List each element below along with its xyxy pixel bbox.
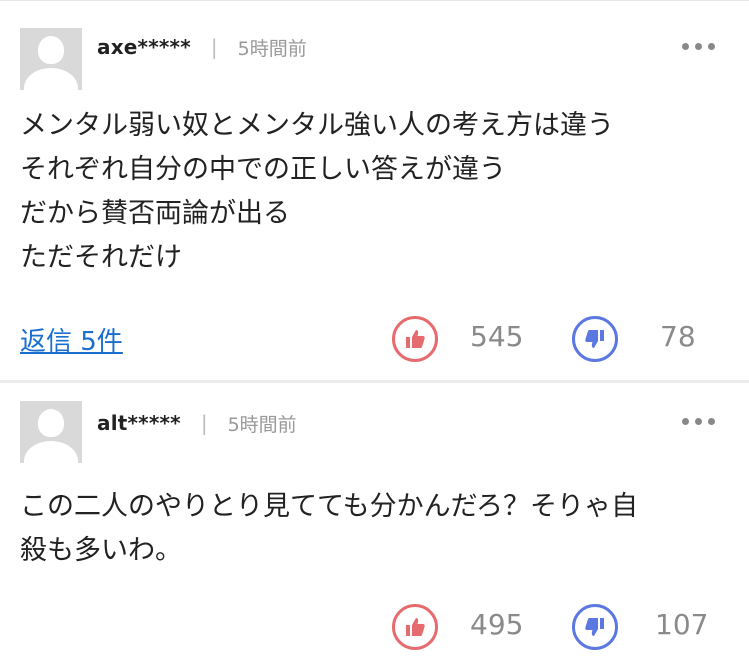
username[interactable]: alt***** bbox=[97, 411, 181, 435]
replies-link[interactable]: 返信 5件 bbox=[20, 321, 123, 358]
meta-divider: | bbox=[210, 35, 218, 59]
comment-item: axe***** | 5時間前 メンタル弱い奴とメンタル強い人の考え方は違う そ… bbox=[0, 0, 749, 381]
more-options-icon[interactable] bbox=[682, 43, 715, 50]
comment-meta: alt***** | 5時間前 bbox=[97, 408, 297, 438]
more-options-icon[interactable] bbox=[682, 418, 715, 425]
like-button[interactable] bbox=[392, 604, 438, 650]
timestamp: 5時間前 bbox=[227, 413, 297, 436]
thumbs-down-icon bbox=[585, 618, 604, 636]
avatar-placeholder-icon[interactable] bbox=[20, 401, 82, 463]
meta-divider: | bbox=[200, 411, 208, 435]
comment-meta: axe***** | 5時間前 bbox=[97, 32, 307, 62]
dislike-count: 107 bbox=[655, 608, 709, 641]
username[interactable]: axe***** bbox=[97, 35, 191, 59]
dislike-count: 78 bbox=[660, 320, 696, 353]
thumbs-up-icon bbox=[406, 618, 425, 636]
like-count: 545 bbox=[470, 320, 524, 353]
thumbs-up-icon bbox=[406, 330, 425, 348]
comment-item: alt***** | 5時間前 この二人のやりとり見てても分かんだろ？そりゃ自 … bbox=[0, 383, 749, 669]
avatar-placeholder-icon[interactable] bbox=[20, 28, 82, 90]
comment-body: メンタル弱い奴とメンタル強い人の考え方は違う それぞれ自分の中での正しい答えが違… bbox=[20, 110, 614, 273]
like-button[interactable] bbox=[392, 316, 438, 362]
comment-body: この二人のやりとり見てても分かんだろ？そりゃ自 殺も多いわ。 bbox=[20, 491, 639, 566]
thumbs-down-icon bbox=[585, 330, 604, 348]
timestamp: 5時間前 bbox=[237, 37, 307, 60]
like-count: 495 bbox=[470, 608, 524, 641]
dislike-button[interactable] bbox=[572, 316, 618, 362]
dislike-button[interactable] bbox=[572, 604, 618, 650]
